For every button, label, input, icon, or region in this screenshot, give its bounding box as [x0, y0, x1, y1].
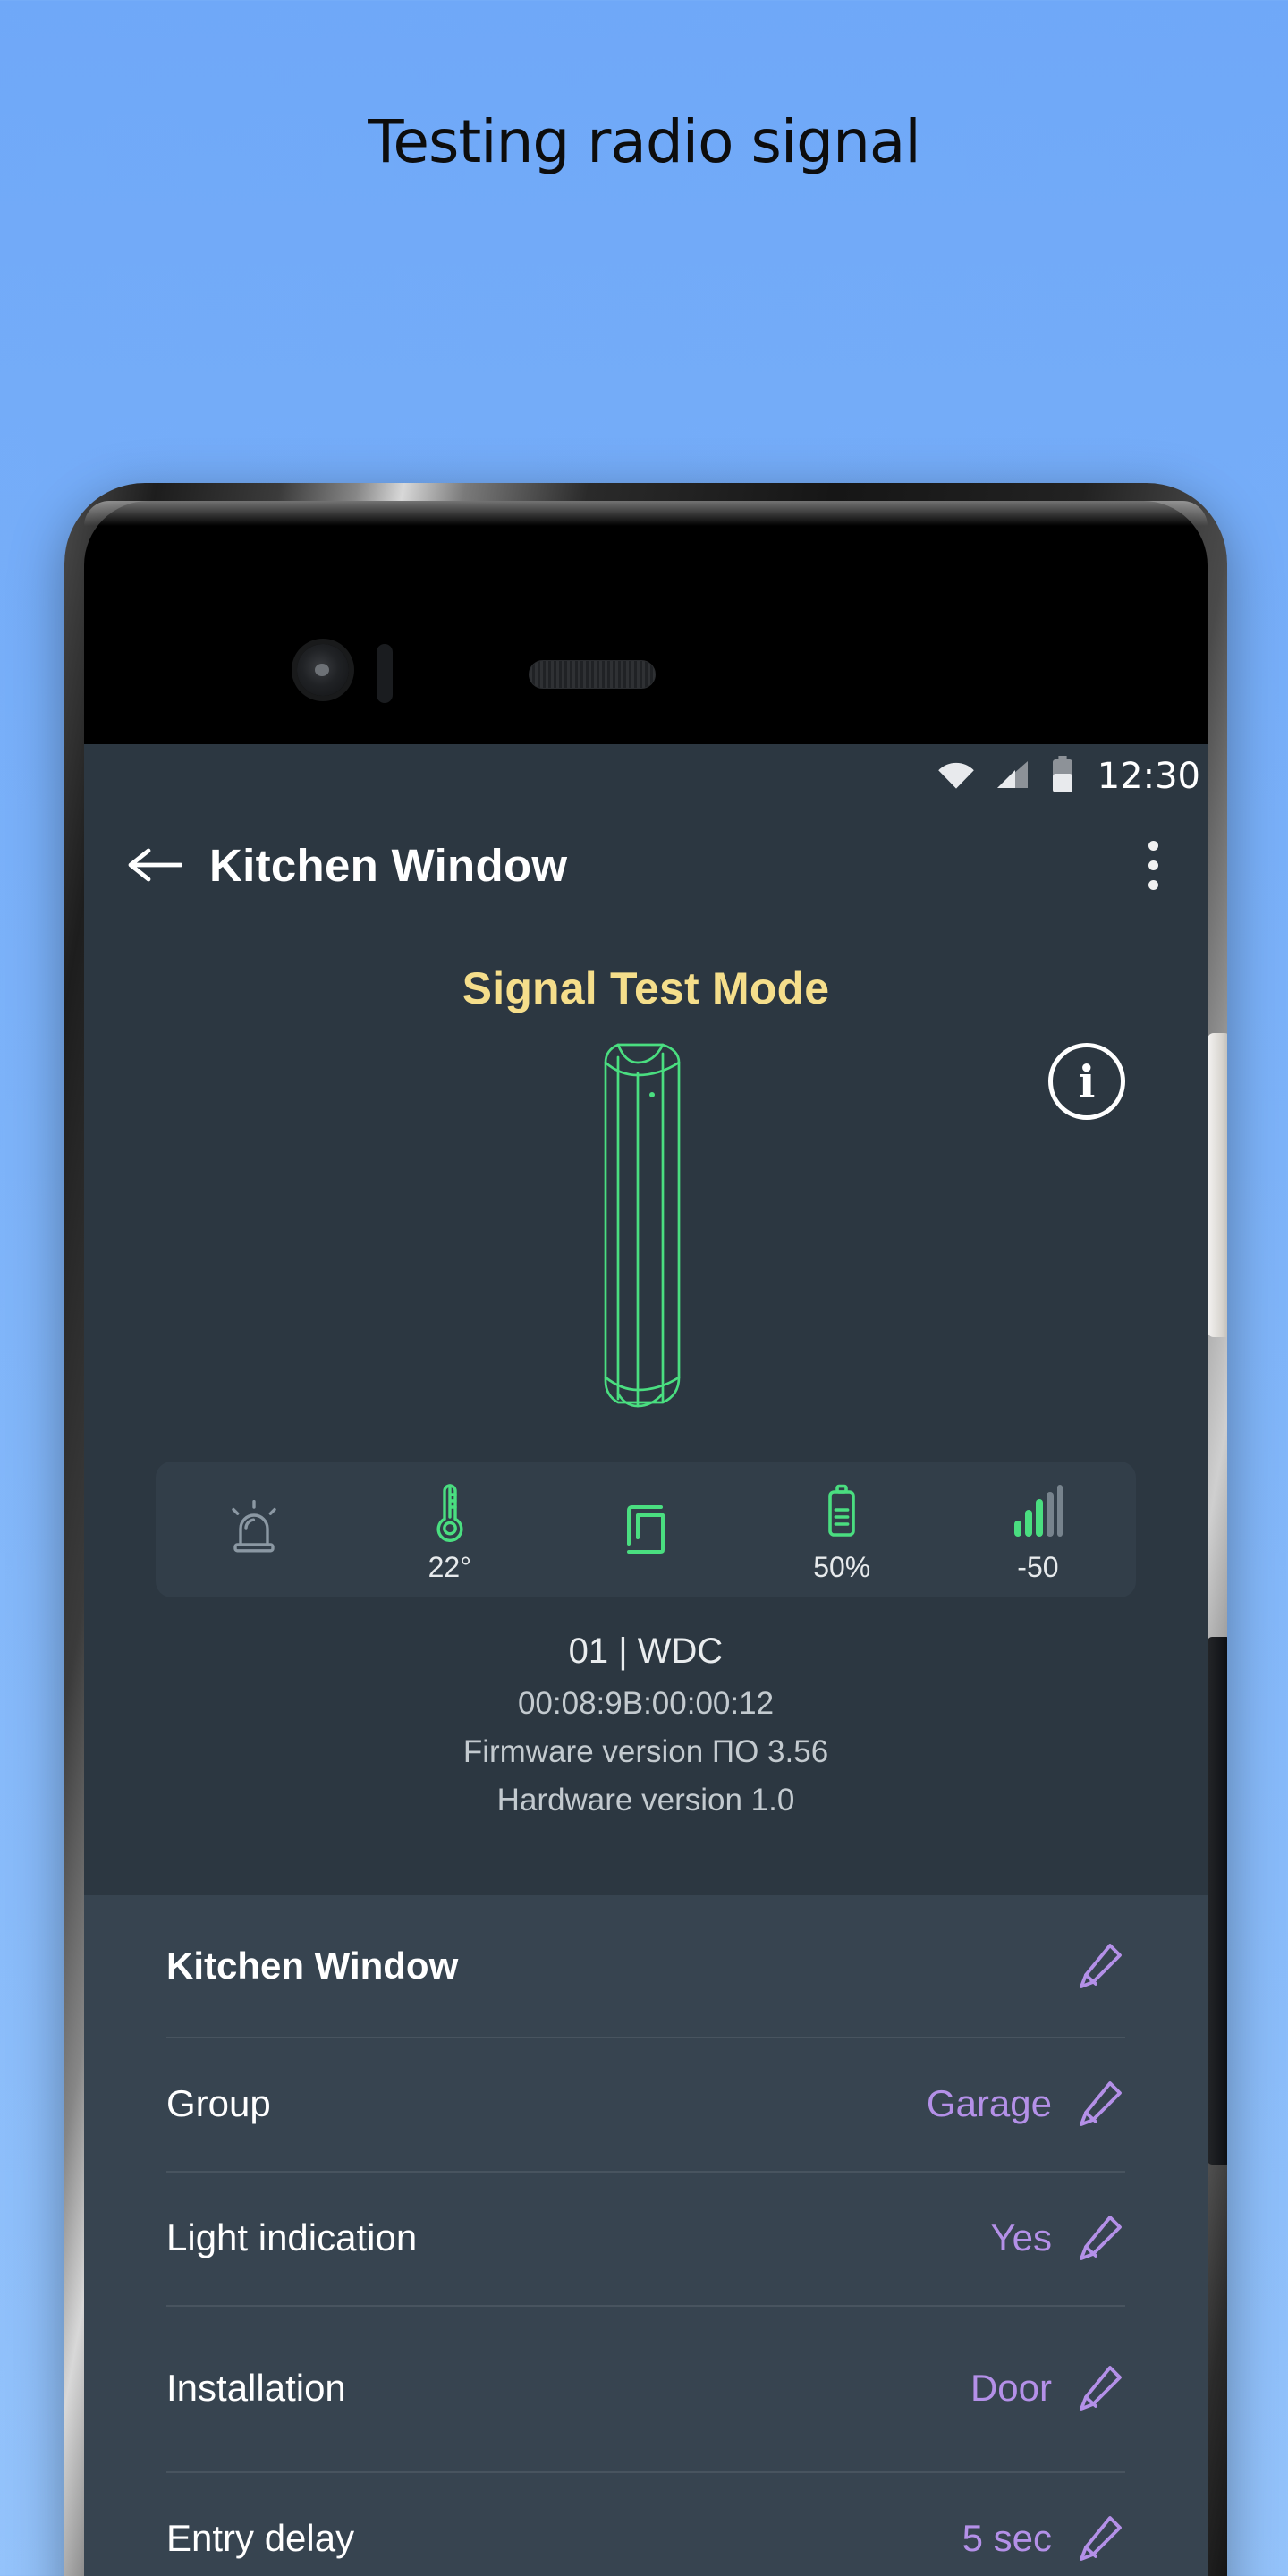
device-meta-info: 01 | WDC 00:08:9B:00:00:12 Firmware vers…: [84, 1597, 1208, 1872]
device-id-model: 01 | WDC: [568, 1631, 724, 1671]
settings-row-installation[interactable]: Installation Door: [84, 2305, 1208, 2471]
bezel-gloss: [84, 501, 1208, 526]
settings-row-name[interactable]: Kitchen Window: [84, 1895, 1208, 2037]
phone-mockup: 12:30 Kitchen Window Signal Test Mode i …: [64, 483, 1227, 2576]
power-button[interactable]: [1208, 1033, 1227, 1337]
window-door-sensor-3d-icon: [579, 1027, 713, 1425]
device-settings-list: Kitchen Window Group Garage Light indica…: [84, 1895, 1208, 2576]
volume-button[interactable]: [1208, 1637, 1227, 2165]
status-item-temperature[interactable]: 22°: [352, 1462, 547, 1597]
battery-value: 50%: [813, 1550, 871, 1583]
settings-value: 5 sec: [962, 2517, 1052, 2559]
door-open-icon: [620, 1495, 672, 1564]
signal-test-mode-title: Signal Test Mode: [462, 963, 830, 1013]
status-bar-clock: 12:30: [1097, 756, 1200, 797]
system-status-bar: 12:30: [84, 744, 1208, 809]
device-hardware-version: Hardware version 1.0: [496, 1783, 795, 1818]
pencil-edit-icon[interactable]: [1075, 2079, 1125, 2129]
pencil-edit-icon[interactable]: [1075, 2513, 1125, 2563]
device-firmware-version: Firmware version ПО 3.56: [462, 1734, 829, 1769]
status-item-door-state[interactable]: [547, 1462, 743, 1597]
temperature-value: 22°: [428, 1550, 471, 1583]
info-button[interactable]: i: [1048, 1043, 1125, 1120]
menu-dot: [1148, 879, 1158, 890]
wifi-icon: [936, 759, 976, 794]
menu-dot: [1148, 860, 1158, 870]
device-mac-address: 00:08:9B:00:00:12: [517, 1686, 775, 1721]
settings-value: Door: [970, 2367, 1052, 2409]
settings-row-light-indication[interactable]: Light indication Yes: [84, 2171, 1208, 2305]
signal-value: -50: [1017, 1550, 1059, 1583]
status-item-alarm[interactable]: [156, 1462, 352, 1597]
menu-dot: [1148, 840, 1158, 851]
pencil-edit-icon[interactable]: [1075, 2213, 1125, 2263]
phone-screen-bezel: 12:30 Kitchen Window Signal Test Mode i …: [84, 501, 1208, 2576]
app-title: Kitchen Window: [209, 839, 568, 891]
siren-alarm-icon: [226, 1495, 282, 1564]
app-toolbar: Kitchen Window: [84, 809, 1208, 921]
settings-label: Kitchen Window: [166, 1945, 459, 1987]
settings-label: Group: [166, 2082, 271, 2124]
device-status-strip: 22° 50% -50: [156, 1462, 1136, 1597]
thermometer-icon: [430, 1476, 470, 1546]
battery-icon: [1051, 755, 1074, 798]
battery-level-icon: [823, 1476, 860, 1546]
settings-row-entry-delay[interactable]: Entry delay 5 sec: [84, 2471, 1208, 2576]
signal-strength-icon: [1013, 1476, 1063, 1546]
cellular-signal-icon: [996, 759, 1031, 794]
status-item-signal[interactable]: -50: [940, 1462, 1136, 1597]
settings-label: Entry delay: [166, 2517, 355, 2559]
settings-value: Garage: [926, 2082, 1052, 2124]
pencil-edit-icon[interactable]: [1075, 2363, 1125, 2413]
settings-value: Yes: [990, 2216, 1052, 2258]
settings-label: Installation: [166, 2367, 346, 2409]
proximity-sensor-icon: [377, 644, 393, 703]
settings-row-group[interactable]: Group Garage: [84, 2037, 1208, 2171]
settings-label: Light indication: [166, 2216, 418, 2258]
page-title: Testing radio signal: [368, 107, 920, 176]
app-screen: 12:30 Kitchen Window Signal Test Mode i …: [84, 744, 1208, 2576]
front-camera-icon: [297, 644, 349, 696]
pencil-edit-icon[interactable]: [1075, 1941, 1125, 1991]
status-item-battery[interactable]: 50%: [744, 1462, 940, 1597]
earpiece-speaker-icon: [529, 660, 656, 689]
back-arrow-icon[interactable]: [125, 843, 183, 886]
device-illustration-stage: i: [84, 1014, 1208, 1462]
device-overview-panel: Signal Test Mode i 22° 50% -50 01 | WDC …: [84, 921, 1208, 1895]
overflow-menu-icon[interactable]: [1147, 840, 1159, 890]
